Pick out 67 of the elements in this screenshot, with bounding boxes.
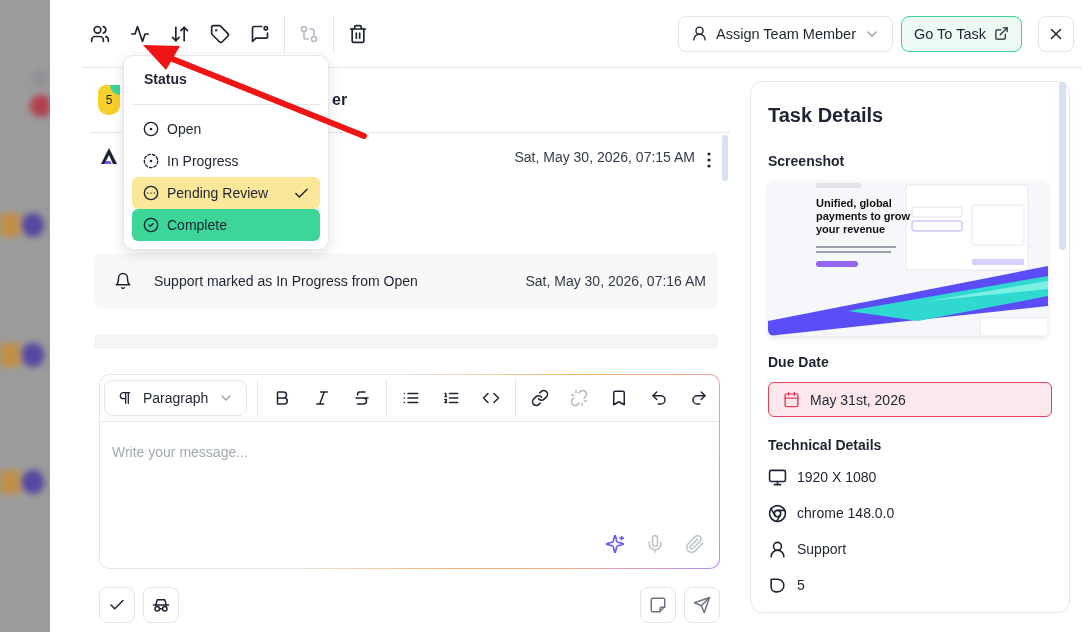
points-icon bbox=[768, 575, 787, 595]
circle-check-icon bbox=[143, 217, 159, 233]
user-icon bbox=[768, 539, 787, 559]
external-link-icon bbox=[994, 26, 1009, 41]
more-button[interactable] bbox=[707, 152, 711, 168]
task-title: er bbox=[332, 91, 348, 109]
section-label: Screenshot bbox=[768, 153, 846, 169]
due-date-field[interactable]: May 31st, 2026 bbox=[768, 382, 1052, 417]
bell-icon bbox=[114, 272, 132, 290]
sparkles-button[interactable] bbox=[605, 534, 625, 554]
incognito-icon bbox=[152, 596, 170, 614]
points-badge: 5 bbox=[98, 85, 120, 115]
panel-title: Task Details bbox=[768, 104, 885, 127]
menu-title: Status bbox=[143, 70, 188, 89]
microphone-icon bbox=[645, 534, 665, 554]
paperclip-icon bbox=[685, 534, 705, 554]
users-icon bbox=[90, 23, 110, 44]
note-icon bbox=[649, 596, 667, 614]
ellipsis-circle-icon bbox=[143, 185, 159, 201]
activity-text: Support marked as In Progress from Open bbox=[154, 273, 418, 289]
assign-member-dropdown[interactable]: Assign Team Member bbox=[678, 15, 893, 52]
status-option[interactable]: Complete bbox=[132, 209, 320, 241]
logo-icon bbox=[100, 147, 118, 165]
tag-button[interactable] bbox=[210, 23, 230, 44]
check-button[interactable] bbox=[99, 587, 135, 623]
strikethrough-icon bbox=[353, 389, 372, 407]
redo-icon bbox=[690, 389, 709, 407]
message-date: Sat, May 30, 2026, 07:15 AM bbox=[514, 148, 695, 165]
tag-icon bbox=[210, 23, 230, 44]
screenshot-headline: Unified, global payments to grow your revenue bbox=[816, 197, 911, 237]
users-button[interactable] bbox=[90, 23, 110, 44]
trash-icon bbox=[348, 23, 368, 44]
section-label: Due Date bbox=[768, 354, 830, 370]
browser-icon bbox=[768, 503, 787, 523]
unlink-icon bbox=[570, 389, 589, 407]
incognito-button[interactable] bbox=[143, 587, 179, 623]
note-button[interactable] bbox=[640, 587, 676, 623]
message-button[interactable] bbox=[250, 23, 270, 44]
send-icon bbox=[693, 596, 711, 614]
circle-dot-icon bbox=[143, 121, 159, 137]
compare-icon bbox=[299, 23, 319, 44]
calendar-icon bbox=[783, 391, 800, 408]
link-icon bbox=[530, 389, 549, 407]
section-label: Technical Details bbox=[768, 437, 883, 453]
pilcrow-icon bbox=[117, 390, 133, 406]
pulse-icon bbox=[130, 23, 150, 44]
block-format-dropdown[interactable]: Paragraph bbox=[104, 380, 248, 416]
detail-text: 1920 X 1080 bbox=[797, 469, 877, 485]
status-option[interactable]: Pending Review bbox=[132, 177, 320, 209]
activity-date: Sat, May 30, 2026, 07:16 AM bbox=[525, 273, 706, 289]
detail-text: Support bbox=[797, 541, 847, 557]
detail-text: chrome 148.0.0 bbox=[797, 505, 895, 521]
sparkles-icon bbox=[605, 534, 625, 554]
dashed-circle-icon bbox=[143, 153, 159, 169]
monitor-icon bbox=[768, 467, 787, 487]
go-to-task-button[interactable]: Go To Task bbox=[901, 15, 1022, 52]
close-button[interactable] bbox=[1038, 15, 1074, 52]
scrollbar[interactable] bbox=[722, 135, 728, 181]
trash-button[interactable] bbox=[348, 23, 368, 44]
message-icon bbox=[250, 23, 270, 44]
scrollbar[interactable] bbox=[1059, 82, 1066, 250]
undo-icon bbox=[650, 389, 669, 407]
send-button[interactable] bbox=[684, 587, 720, 623]
pulse-button[interactable] bbox=[130, 23, 150, 44]
detail-text: 5 bbox=[797, 577, 805, 593]
user-icon bbox=[691, 25, 709, 42]
kebab-icon bbox=[707, 152, 711, 168]
